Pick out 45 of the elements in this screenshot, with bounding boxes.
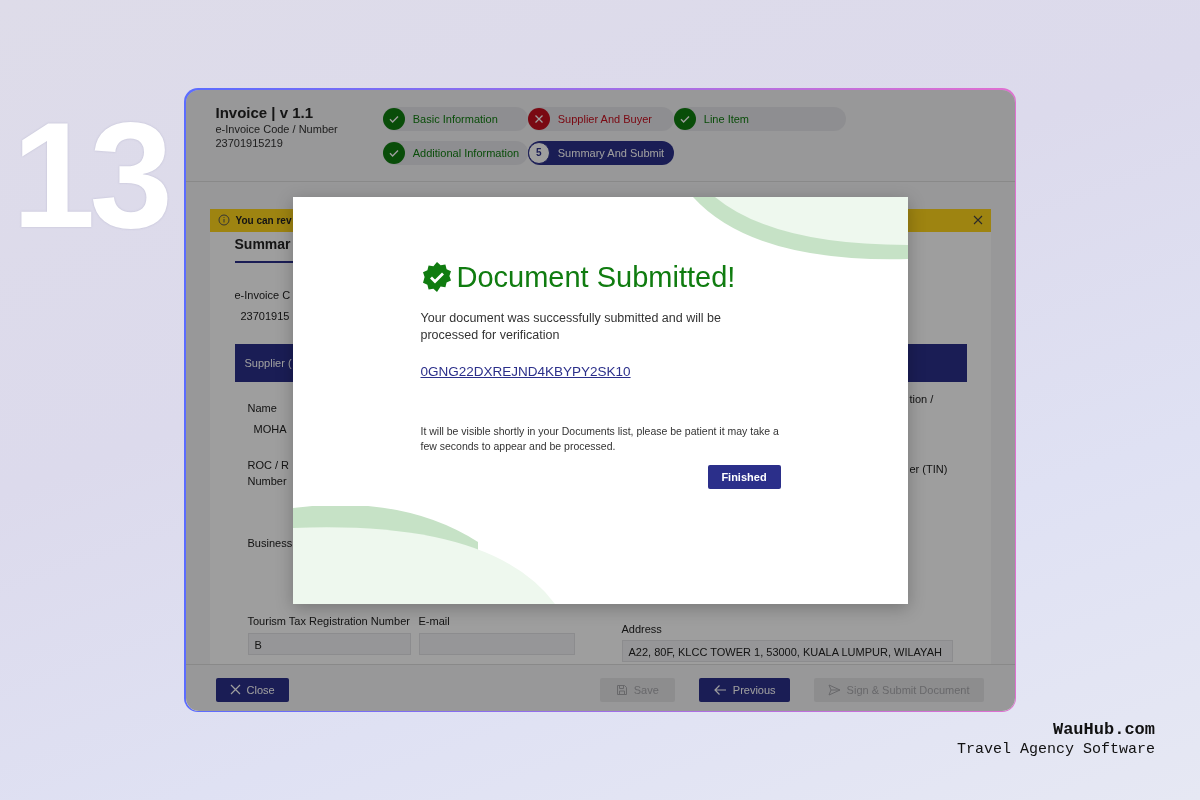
field-label: e-Invoice C [234, 287, 291, 303]
brand-name: WauHub.com [1051, 720, 1155, 739]
finished-button[interactable]: Finished [707, 464, 781, 489]
step-tab[interactable]: Basic Information [382, 106, 528, 131]
field-label: Number [247, 473, 287, 489]
save-icon [615, 683, 628, 696]
cross-icon [527, 107, 550, 130]
close-button[interactable]: Close [215, 677, 289, 702]
close-icon[interactable] [972, 215, 983, 225]
code-value: 23701915219 [215, 136, 284, 149]
dialog-message: Your document was successfully submitted and will be processed for verification [420, 309, 722, 344]
window-title: Invoice | v 1.1 [215, 103, 315, 121]
info-icon [217, 214, 230, 226]
field-label: tion / [909, 391, 934, 407]
step-tab[interactable]: 5 Summary And Submit [527, 140, 674, 165]
field-value: 23701915 [240, 309, 290, 322]
check-icon [673, 107, 696, 130]
send-icon [827, 683, 841, 696]
field-value: MOHA [253, 422, 287, 435]
section-heading: Summar [234, 235, 291, 252]
check-icon [382, 107, 405, 130]
field-label: Name [247, 400, 277, 416]
field-label: Business [247, 535, 293, 551]
input-field[interactable]: A22, 80F, KLCC TOWER 1, 53000, KUALA LUMPUR, WILAYAH [621, 639, 953, 662]
close-icon [229, 684, 241, 695]
field-label: Address [621, 621, 662, 637]
brand-tagline: Travel Agency Software [956, 741, 1155, 758]
field-label: E-mail [418, 613, 450, 629]
dialog-note: It will be visible shortly in your Documents list, please be patient it may take a few seconds to appear and be processed. [420, 423, 780, 454]
input-field[interactable]: B [247, 632, 411, 655]
dialog-title: Document Submitted! [456, 260, 736, 294]
step-tab[interactable]: Line Item [673, 106, 846, 131]
step-tab[interactable]: Supplier And Buyer [527, 106, 674, 131]
check-icon [382, 141, 405, 164]
step-tab[interactable]: Additional Information [382, 140, 528, 165]
arrow-left-icon [712, 683, 727, 696]
field-label: er (TIN) [909, 461, 948, 477]
step-number: 5 [527, 141, 550, 164]
alert-text: You can rev [235, 214, 292, 226]
field-label: Tourism Tax Registration Number [247, 613, 410, 629]
code-label: e-Invoice Code / Number [215, 122, 338, 135]
document-id-link[interactable]: 0GNG22DXREJND4KBYPY2SK10 [420, 363, 631, 379]
field-label: ROC / R [247, 457, 290, 473]
verified-badge-icon [420, 261, 453, 293]
previous-button[interactable]: Previous [698, 677, 790, 702]
